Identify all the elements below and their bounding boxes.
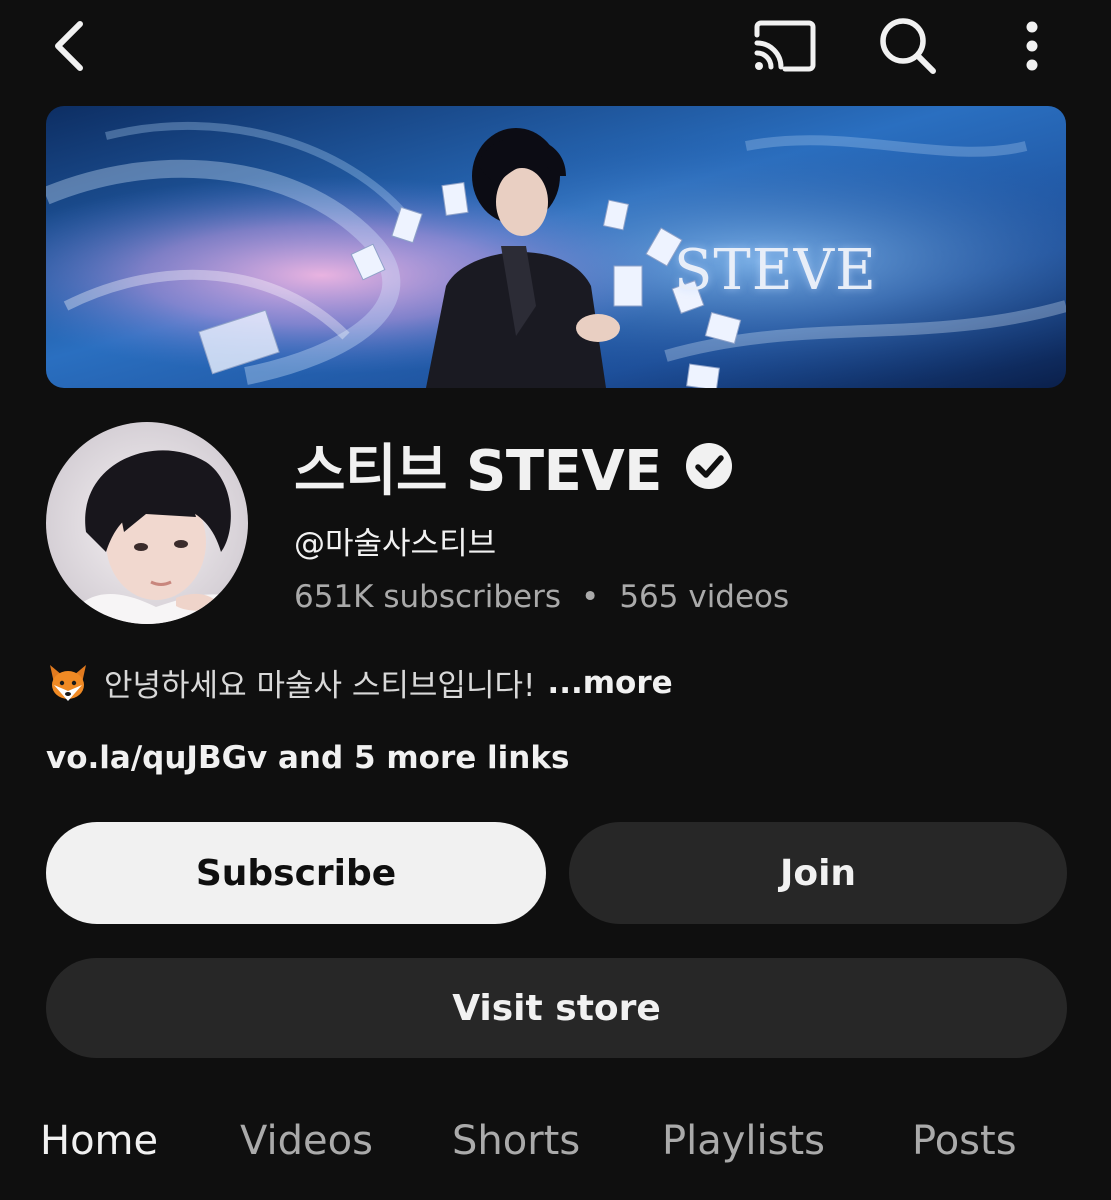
back-button[interactable] [36,12,100,80]
banner-image [46,106,1066,388]
channel-handle: @마술사스티브 [294,526,497,562]
tab-shorts[interactable]: Shorts [452,1118,580,1164]
channel-page: STEVE 스티브 STEVE @마술사스티브 651K subscribers… [0,0,1111,1200]
search-icon [880,18,936,74]
more-options-button[interactable] [1006,10,1058,82]
verified-badge-icon [685,443,732,489]
cast-button[interactable] [746,12,822,80]
channel-banner: STEVE [46,106,1066,388]
channel-stats: 651K subscribers • 565 videos [294,579,789,615]
subscribe-button[interactable]: Subscribe [46,822,546,924]
channel-description[interactable]: 안녕하세요 마술사 스티브입니다! ...more [46,660,673,705]
description-more-link[interactable]: ...more [547,665,672,701]
back-arrow-icon [55,21,83,71]
search-button[interactable] [872,10,944,82]
avatar-image [46,422,248,624]
more-vertical-icon [1026,21,1038,71]
join-button[interactable]: Join [569,822,1067,924]
tab-playlists[interactable]: Playlists [662,1118,825,1164]
fox-emoji-icon [50,664,86,701]
subscriber-count: 651K subscribers [294,579,562,615]
description-text: 안녕하세요 마술사 스티브입니다! [104,668,536,704]
stats-separator: • [581,579,600,615]
video-count: 565 videos [619,579,790,615]
cast-icon [754,20,816,72]
tab-home[interactable]: Home [40,1118,158,1164]
channel-links[interactable]: vo.la/quJBGv and 5 more links [46,740,569,776]
tab-videos[interactable]: Videos [240,1118,373,1164]
channel-title: 스티브 STEVE [294,428,734,504]
visit-store-button[interactable]: Visit store [46,958,1067,1058]
channel-tabs: Home Videos Shorts Playlists Posts [0,1118,1111,1188]
channel-name: 스티브 STEVE [294,438,662,504]
channel-avatar[interactable] [46,422,248,624]
tab-posts[interactable]: Posts [912,1118,1017,1164]
banner-wordmark: STEVE [674,238,877,303]
